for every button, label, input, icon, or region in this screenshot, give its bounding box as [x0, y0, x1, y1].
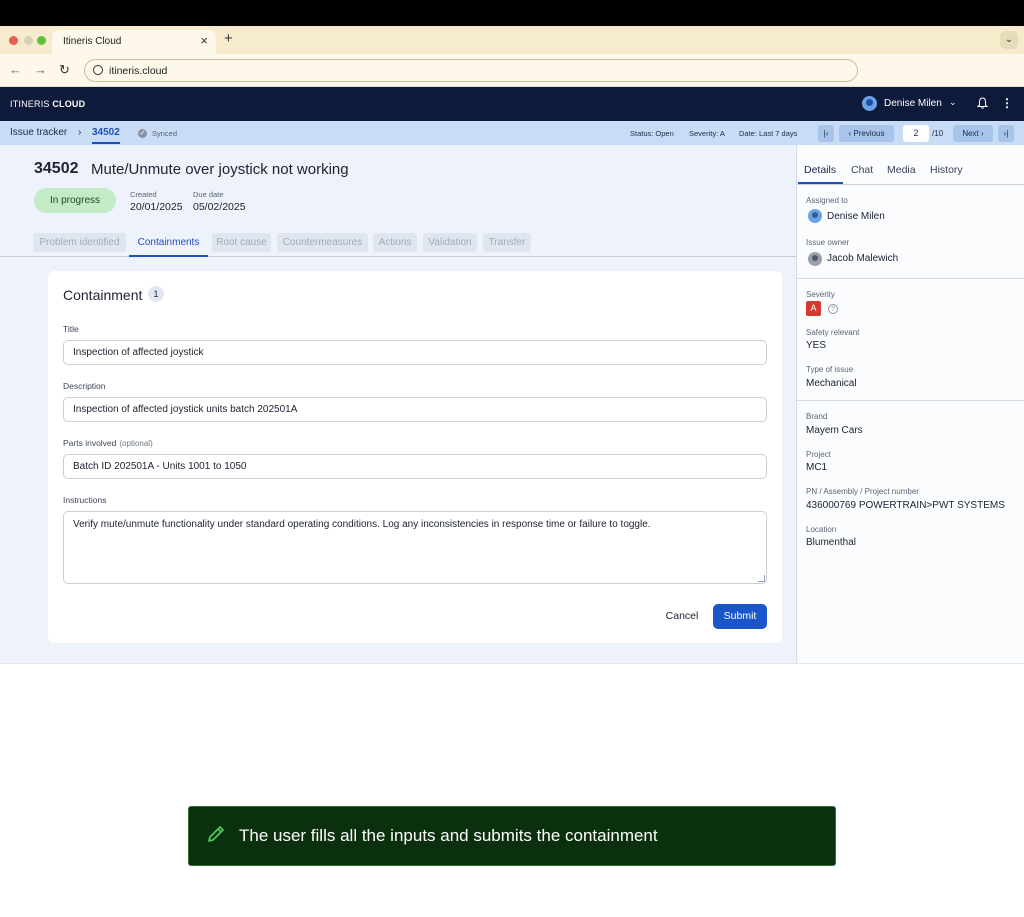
containment-count-badge: 1	[148, 286, 164, 302]
page-number-input[interactable]: 2	[903, 125, 929, 142]
description-label: Description	[63, 381, 106, 391]
details-divider	[797, 278, 1024, 279]
last-page-button[interactable]: ›|	[998, 125, 1014, 142]
active-side-tab-indicator	[798, 182, 843, 184]
step-tab-containments[interactable]: Containments	[129, 233, 208, 252]
window-maximize-button[interactable]	[37, 36, 46, 45]
owner-avatar	[808, 252, 822, 266]
textarea-resize-handle[interactable]	[758, 575, 765, 582]
step-tab-root-cause[interactable]: Root cause	[212, 233, 271, 252]
assignee-name[interactable]: Denise Milen	[827, 211, 885, 222]
details-divider	[797, 400, 1024, 401]
type-of-issue-value: Mechanical	[806, 378, 857, 389]
url-text: itineris.cloud	[109, 65, 168, 77]
user-menu-chevron-icon[interactable]: ⌄	[949, 97, 957, 108]
forward-arrow-icon[interactable]: →	[34, 62, 47, 77]
step-tab-actions[interactable]: Actions	[373, 233, 417, 252]
issue-title: Mute/Unmute over joystick not working	[91, 161, 349, 178]
window-close-button[interactable]	[9, 36, 18, 45]
new-tab-icon[interactable]: +	[224, 30, 233, 47]
assignee-avatar	[808, 209, 822, 223]
filter-severity[interactable]: Severity: A	[689, 129, 725, 138]
browser-tab[interactable]: Itineris Cloud ×	[52, 30, 216, 54]
filter-date[interactable]: Date: Last 7 days	[739, 129, 797, 138]
page-bottom-edge	[0, 663, 1024, 664]
tab-close-icon[interactable]: ×	[200, 33, 208, 48]
project-value: MC1	[806, 462, 828, 473]
pencil-icon	[208, 826, 224, 842]
step-tab-problem-identified[interactable]: Problem identified	[33, 233, 126, 252]
tab-list-chevron-icon[interactable]: ⌄	[1000, 31, 1018, 49]
issue-owner-label: Issue owner	[806, 238, 850, 247]
location-value: Blumenthal	[806, 537, 857, 548]
brand-label: Brand	[806, 412, 828, 421]
description-input[interactable]	[63, 397, 767, 422]
created-label: Created	[130, 190, 157, 199]
created-date: 20/01/2025	[130, 201, 183, 213]
side-tabs-divider	[797, 184, 1024, 185]
project-label: Project	[806, 450, 831, 459]
page-total: /10	[932, 129, 944, 138]
location-label: Location	[806, 525, 837, 534]
brand-value: Mayem Cars	[806, 425, 863, 436]
notifications-bell-icon[interactable]	[977, 97, 988, 109]
breadcrumb-issue-id[interactable]: 34502	[92, 127, 120, 144]
tab-details[interactable]: Details	[804, 164, 836, 176]
screen-top-bar	[0, 0, 1024, 26]
title-input[interactable]	[63, 340, 767, 365]
breadcrumb-issue-tracker[interactable]: Issue tracker	[10, 127, 67, 138]
pn-value: 436000769 POWERTRAIN>PWT SYSTEMS	[806, 500, 1005, 511]
window-minimize-button[interactable]	[24, 36, 33, 45]
step-tabs-divider	[0, 256, 797, 257]
caption-text: The user fills all the inputs and submit…	[239, 826, 658, 845]
submit-button[interactable]: Submit	[713, 604, 767, 629]
cancel-button[interactable]: Cancel	[660, 605, 704, 628]
filter-status[interactable]: Status: Open	[630, 129, 674, 138]
severity-label: Severity	[806, 290, 835, 299]
safety-relevant-label: Safety relevant	[806, 328, 860, 337]
previous-page-button[interactable]: ‹ Previous	[839, 125, 894, 142]
assigned-to-label: Assigned to	[806, 196, 848, 205]
user-menu-name[interactable]: Denise Milen	[884, 98, 942, 109]
safety-relevant-value: YES	[806, 340, 827, 351]
instructions-label: Instructions	[63, 495, 107, 505]
help-icon[interactable]: ?	[828, 304, 838, 314]
address-bar[interactable]: itineris.cloud	[84, 59, 858, 82]
tab-media[interactable]: Media	[887, 164, 916, 176]
more-menu-icon[interactable]: ⋮	[1001, 96, 1013, 110]
issue-id: 34502	[34, 160, 79, 177]
active-step-indicator	[129, 255, 208, 257]
type-of-issue-label: Type of issue	[806, 365, 854, 374]
step-tab-countermeasures[interactable]: Countermeasures	[277, 233, 368, 252]
parts-involved-label: Parts involved (optional)	[63, 438, 153, 448]
back-arrow-icon[interactable]: ←	[9, 62, 22, 77]
severity-badge: A	[806, 301, 821, 316]
status-badge[interactable]: In progress	[34, 188, 116, 213]
breadcrumb-separator: ›	[78, 127, 82, 138]
containment-heading: Containment	[63, 287, 143, 303]
synced-check-icon: ✓	[138, 129, 147, 138]
tab-chat[interactable]: Chat	[851, 164, 873, 176]
title-label: Title	[63, 324, 79, 334]
due-date: 05/02/2025	[193, 201, 246, 213]
user-avatar[interactable]	[862, 96, 877, 111]
optional-hint: (optional)	[119, 439, 153, 448]
pn-label: PN / Assembly / Project number	[806, 487, 919, 496]
reload-icon[interactable]: ↻	[59, 62, 70, 78]
details-panel	[796, 145, 1024, 663]
first-page-button[interactable]: |‹	[818, 125, 834, 142]
browser-tab-title: Itineris Cloud	[63, 36, 122, 47]
instructions-textarea[interactable]: Verify mute/unmute functionality under s…	[63, 511, 767, 584]
owner-name[interactable]: Jacob Malewich	[827, 253, 898, 264]
app-logo[interactable]: ITINERIS CLOUD	[10, 99, 85, 109]
step-tab-validation[interactable]: Validation	[423, 233, 477, 252]
due-date-label: Due date	[193, 190, 224, 199]
tab-history[interactable]: History	[930, 164, 963, 176]
site-info-icon[interactable]	[93, 65, 103, 75]
next-page-button[interactable]: Next ›	[953, 125, 993, 142]
sync-status: Synced	[152, 129, 178, 138]
parts-involved-input[interactable]	[63, 454, 767, 479]
step-tab-transfer[interactable]: Transfer	[483, 233, 531, 252]
